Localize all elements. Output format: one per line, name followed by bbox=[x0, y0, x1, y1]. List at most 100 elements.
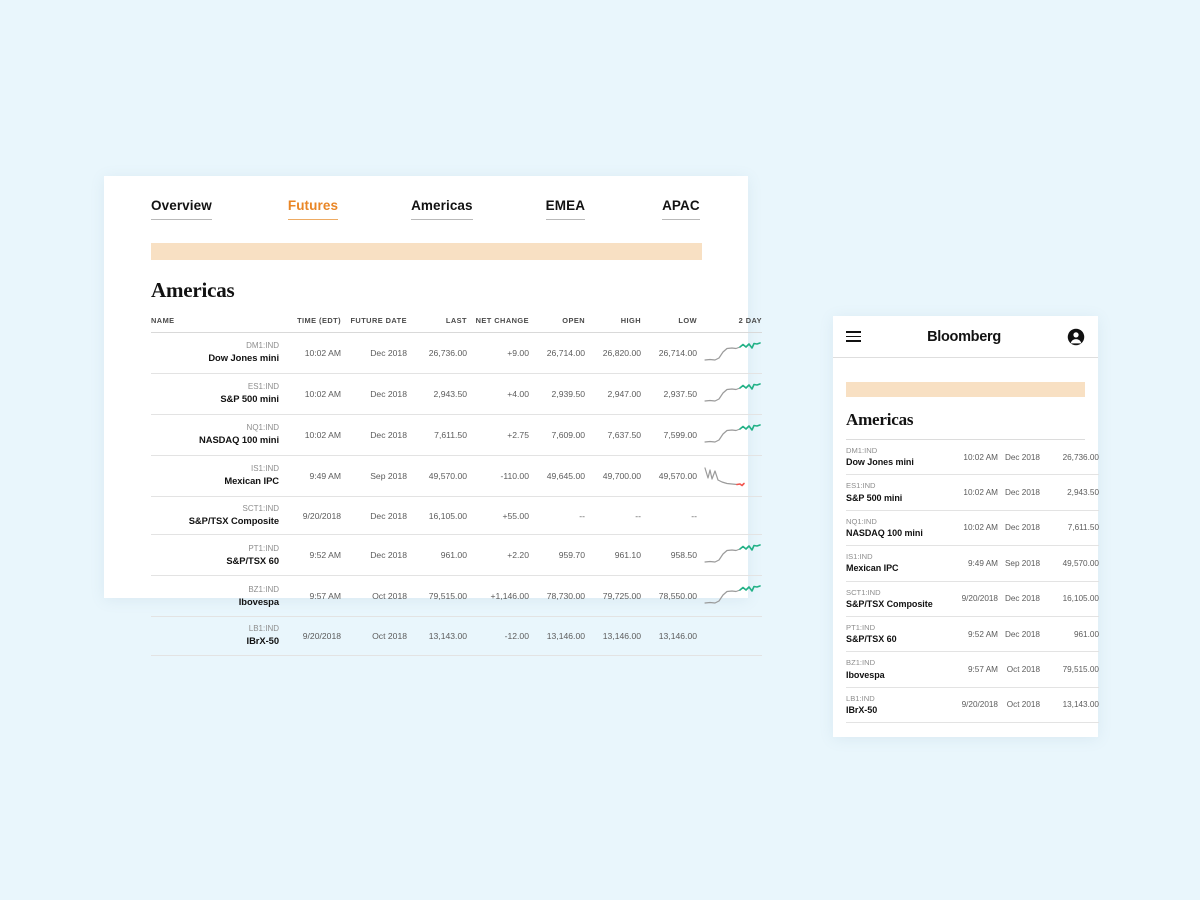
row-high: 79,725.00 bbox=[585, 575, 641, 618]
mobile-row-name-cell[interactable]: IS1:IND Mexican IPC bbox=[846, 545, 942, 582]
mobile-table-row[interactable]: ES1:IND S&P 500 mini 10:02 AM Dec 2018 2,943… bbox=[846, 474, 1099, 511]
table-row[interactable]: ES1:IND S&P 500 mini 10:02 AM Dec 2018 2,943… bbox=[151, 373, 762, 415]
row-last: 961.00 bbox=[407, 534, 467, 577]
row-name-cell[interactable]: LB1:IND IBrX-50 bbox=[151, 616, 279, 656]
row-future-date: Dec 2018 bbox=[341, 496, 407, 536]
mobile-row-ticker: LB1:IND bbox=[846, 693, 875, 703]
column-header-time[interactable]: TIME (EDT) bbox=[279, 316, 341, 333]
mobile-row-name-cell[interactable]: BZ1:IND Ibovespa bbox=[846, 651, 942, 688]
row-net-change: -12.00 bbox=[467, 616, 529, 656]
row-high: 961.10 bbox=[585, 534, 641, 577]
brand-title: Bloomberg bbox=[927, 328, 1001, 345]
row-name-cell[interactable]: SCT1:IND S&P/TSX Composite bbox=[151, 496, 279, 536]
row-sparkline bbox=[697, 332, 762, 374]
row-open: 13,146.00 bbox=[529, 616, 585, 656]
row-instrument-name: S&P/TSX Composite bbox=[188, 514, 279, 526]
mobile-row-name-cell[interactable]: NQ1:IND NASDAQ 100 mini bbox=[846, 510, 942, 547]
row-low: 78,550.00 bbox=[641, 575, 697, 618]
table-row[interactable]: PT1:IND S&P/TSX 60 9:52 AM Dec 2018 961.00 +2… bbox=[151, 534, 762, 577]
mobile-row-last: 16,105.00 bbox=[1040, 581, 1099, 617]
mobile-row-instrument-name: IBrX-50 bbox=[846, 704, 878, 715]
mobile-row-time: 9:57 AM bbox=[942, 651, 998, 688]
mobile-row-time: 10:02 AM bbox=[942, 474, 998, 511]
row-name-cell[interactable]: BZ1:IND Ibovespa bbox=[151, 575, 279, 618]
mobile-table-row[interactable]: DM1:IND Dow Jones mini 10:02 AM Dec 2018 26,… bbox=[846, 440, 1099, 476]
row-future-date: Sep 2018 bbox=[341, 455, 407, 497]
tab-americas[interactable]: Americas bbox=[411, 198, 473, 220]
column-header-futuredate[interactable]: FUTURE DATE bbox=[341, 316, 407, 333]
row-name-cell[interactable]: DM1:IND Dow Jones mini bbox=[151, 332, 279, 374]
mobile-futures-table-body: DM1:IND Dow Jones mini 10:02 AM Dec 2018 26,… bbox=[846, 440, 1099, 724]
column-header-last[interactable]: LAST bbox=[407, 316, 467, 333]
mobile-row-last: 26,736.00 bbox=[1040, 440, 1099, 476]
mobile-table-row[interactable]: IS1:IND Mexican IPC 9:49 AM Sep 2018 49,570.… bbox=[846, 545, 1099, 582]
mobile-row-last: 49,570.00 bbox=[1040, 545, 1099, 582]
row-sparkline bbox=[697, 575, 762, 618]
row-open: 78,730.00 bbox=[529, 575, 585, 618]
mobile-row-future-date: Dec 2018 bbox=[998, 581, 1040, 617]
row-low: 958.50 bbox=[641, 534, 697, 577]
row-open: 49,645.00 bbox=[529, 455, 585, 497]
row-last: 13,143.00 bbox=[407, 616, 467, 656]
row-open: 2,939.50 bbox=[529, 373, 585, 415]
row-low: 26,714.00 bbox=[641, 332, 697, 374]
column-header-high[interactable]: HIGH bbox=[585, 316, 641, 333]
mobile-table-row[interactable]: BZ1:IND Ibovespa 9:57 AM Oct 2018 79,515.00 bbox=[846, 651, 1099, 688]
column-header-2day[interactable]: 2 DAY bbox=[697, 316, 762, 333]
row-ticker: SCT1:IND bbox=[242, 504, 279, 513]
column-header-name[interactable]: NAME bbox=[151, 316, 279, 333]
mobile-table-row[interactable]: LB1:IND IBrX-50 9/20/2018 Oct 2018 13,143.00 bbox=[846, 687, 1099, 724]
mobile-row-future-date: Sep 2018 bbox=[998, 545, 1040, 582]
mobile-row-name-cell[interactable]: ES1:IND S&P 500 mini bbox=[846, 474, 942, 511]
tab-emea[interactable]: EMEA bbox=[545, 198, 586, 220]
row-ticker: ES1:IND bbox=[247, 382, 279, 392]
row-sparkline bbox=[697, 534, 762, 577]
row-net-change: +1,146.00 bbox=[467, 575, 529, 618]
table-row[interactable]: SCT1:IND S&P/TSX Composite 9/20/2018 Dec 20… bbox=[151, 496, 762, 536]
tab-overview[interactable]: Overview bbox=[151, 198, 212, 220]
row-ticker: DM1:IND bbox=[246, 341, 279, 351]
row-instrument-name: S&P 500 mini bbox=[220, 393, 279, 405]
hamburger-icon[interactable] bbox=[846, 331, 861, 342]
table-row[interactable]: IS1:IND Mexican IPC 9:49 AM Sep 2018 49,570.… bbox=[151, 455, 762, 497]
row-last: 79,515.00 bbox=[407, 575, 467, 618]
mobile-row-ticker: SCT1:IND bbox=[846, 587, 881, 597]
mobile-row-name-cell[interactable]: LB1:IND IBrX-50 bbox=[846, 687, 942, 724]
mobile-row-name-cell[interactable]: PT1:IND S&P/TSX 60 bbox=[846, 616, 942, 653]
row-low: 7,599.00 bbox=[641, 414, 697, 456]
row-name-cell[interactable]: IS1:IND Mexican IPC bbox=[151, 455, 279, 497]
mobile-row-time: 9:49 AM bbox=[942, 545, 998, 582]
row-sparkline bbox=[697, 373, 762, 415]
row-name-cell[interactable]: PT1:IND S&P/TSX 60 bbox=[151, 534, 279, 577]
column-header-netchange[interactable]: NET CHANGE bbox=[467, 316, 529, 333]
table-row[interactable]: NQ1:IND NASDAQ 100 mini 10:02 AM Dec 2018 7,… bbox=[151, 414, 762, 456]
mobile-table-row[interactable]: PT1:IND S&P/TSX 60 9:52 AM Dec 2018 961.00 bbox=[846, 616, 1099, 653]
row-time: 10:02 AM bbox=[279, 373, 341, 415]
tab-futures[interactable]: Futures bbox=[287, 198, 339, 220]
mobile-table-row[interactable]: SCT1:IND S&P/TSX Composite 9/20/2018 Dec 20… bbox=[846, 581, 1099, 617]
table-row[interactable]: DM1:IND Dow Jones mini 10:02 AM Dec 2018 26,… bbox=[151, 332, 762, 374]
column-header-low[interactable]: LOW bbox=[641, 316, 697, 333]
mobile-row-name-cell[interactable]: DM1:IND Dow Jones mini bbox=[846, 440, 942, 476]
row-time: 9/20/2018 bbox=[279, 496, 341, 536]
mobile-row-ticker: PT1:IND bbox=[846, 622, 876, 632]
mobile-row-instrument-name: S&P 500 mini bbox=[846, 492, 903, 503]
column-header-open[interactable]: OPEN bbox=[529, 316, 585, 333]
mobile-table-row[interactable]: NQ1:IND NASDAQ 100 mini 10:02 AM Dec 2018 7,… bbox=[846, 510, 1099, 547]
mobile-promo-band bbox=[846, 382, 1085, 397]
row-name-cell[interactable]: ES1:IND S&P 500 mini bbox=[151, 373, 279, 415]
page-title: Americas bbox=[151, 278, 235, 302]
row-instrument-name: S&P/TSX 60 bbox=[226, 554, 279, 566]
row-name-cell[interactable]: NQ1:IND NASDAQ 100 mini bbox=[151, 414, 279, 456]
mobile-row-name-cell[interactable]: SCT1:IND S&P/TSX Composite bbox=[846, 581, 942, 617]
row-time: 10:02 AM bbox=[279, 332, 341, 374]
row-time: 9:57 AM bbox=[279, 575, 341, 618]
futures-table-body: DM1:IND Dow Jones mini 10:02 AM Dec 2018 26,… bbox=[151, 332, 762, 656]
row-high: 2,947.00 bbox=[585, 373, 641, 415]
tab-apac[interactable]: APAC bbox=[662, 198, 700, 220]
table-row[interactable]: BZ1:IND Ibovespa 9:57 AM Oct 2018 79,515.00 +… bbox=[151, 575, 762, 618]
row-low: 13,146.00 bbox=[641, 616, 697, 656]
account-avatar-icon[interactable] bbox=[1067, 328, 1085, 346]
table-row[interactable]: LB1:IND IBrX-50 9/20/2018 Oct 2018 13,143.00… bbox=[151, 616, 762, 656]
desktop-nav-tabs: Overview Futures Americas EMEA APAC bbox=[151, 176, 702, 220]
